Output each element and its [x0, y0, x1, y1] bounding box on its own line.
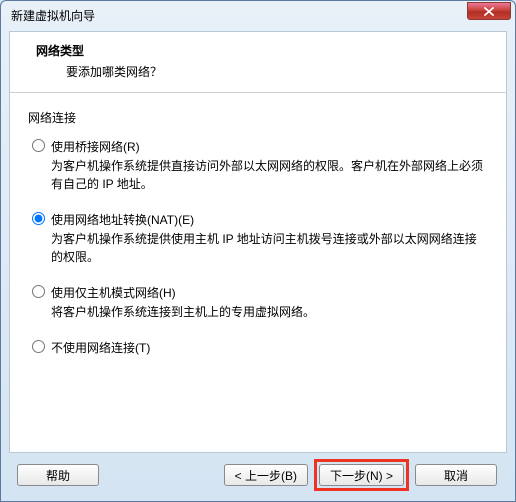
option-label: 不使用网络连接(T): [51, 339, 488, 357]
footer-right: < 上一步(B) 下一步(N) > 取消: [224, 459, 497, 491]
close-icon: [484, 7, 494, 16]
wizard-footer: 帮助 < 上一步(B) 下一步(N) > 取消: [9, 457, 507, 493]
next-highlight: 下一步(N) >: [314, 459, 409, 491]
wizard-header: 网络类型 要添加哪类网络？: [10, 32, 506, 93]
option-hostonly[interactable]: 使用仅主机模式网络(H) 将客户机操作系统连接到主机上的专用虚拟网络。: [28, 284, 488, 321]
content-panel: 网络类型 要添加哪类网络？ 网络连接 使用桥接网络(R) 为客户机操作系统提供直…: [9, 31, 507, 453]
radio-none[interactable]: [32, 340, 45, 353]
option-desc: 将客户机操作系统连接到主机上的专用虚拟网络。: [51, 303, 488, 321]
option-label: 使用网络地址转换(NAT)(E): [51, 211, 488, 229]
radio-hostonly[interactable]: [32, 285, 45, 298]
help-button[interactable]: 帮助: [17, 464, 99, 486]
radio-nat[interactable]: [32, 212, 45, 225]
close-button[interactable]: [467, 2, 511, 20]
option-none[interactable]: 不使用网络连接(T): [28, 339, 488, 357]
wizard-window: 新建虚拟机向导 网络类型 要添加哪类网络？ 网络连接 使用桥接网络(R) 为客户…: [0, 0, 516, 502]
option-nat[interactable]: 使用网络地址转换(NAT)(E) 为客户机操作系统提供使用主机 IP 地址访问主…: [28, 211, 488, 266]
option-label: 使用仅主机模式网络(H): [51, 284, 488, 302]
radio-bridged[interactable]: [32, 139, 45, 152]
option-bridged[interactable]: 使用桥接网络(R) 为客户机操作系统提供直接访问外部以太网网络的权限。客户机在外…: [28, 138, 488, 193]
header-title: 网络类型: [10, 42, 506, 59]
titlebar: 新建虚拟机向导: [1, 1, 515, 29]
section-label: 网络连接: [28, 109, 488, 126]
back-button[interactable]: < 上一步(B): [224, 464, 308, 486]
wizard-body: 网络连接 使用桥接网络(R) 为客户机操作系统提供直接访问外部以太网网络的权限。…: [10, 93, 506, 391]
option-label: 使用桥接网络(R): [51, 138, 488, 156]
option-desc: 为客户机操作系统提供使用主机 IP 地址访问主机拨号连接或外部以太网网络连接的权…: [51, 230, 488, 266]
next-button[interactable]: 下一步(N) >: [319, 464, 404, 486]
option-desc: 为客户机操作系统提供直接访问外部以太网网络的权限。客户机在外部网络上必须有自己的…: [51, 157, 488, 193]
header-subtitle: 要添加哪类网络？: [10, 59, 506, 80]
cancel-button[interactable]: 取消: [415, 464, 497, 486]
window-title: 新建虚拟机向导: [11, 7, 95, 24]
